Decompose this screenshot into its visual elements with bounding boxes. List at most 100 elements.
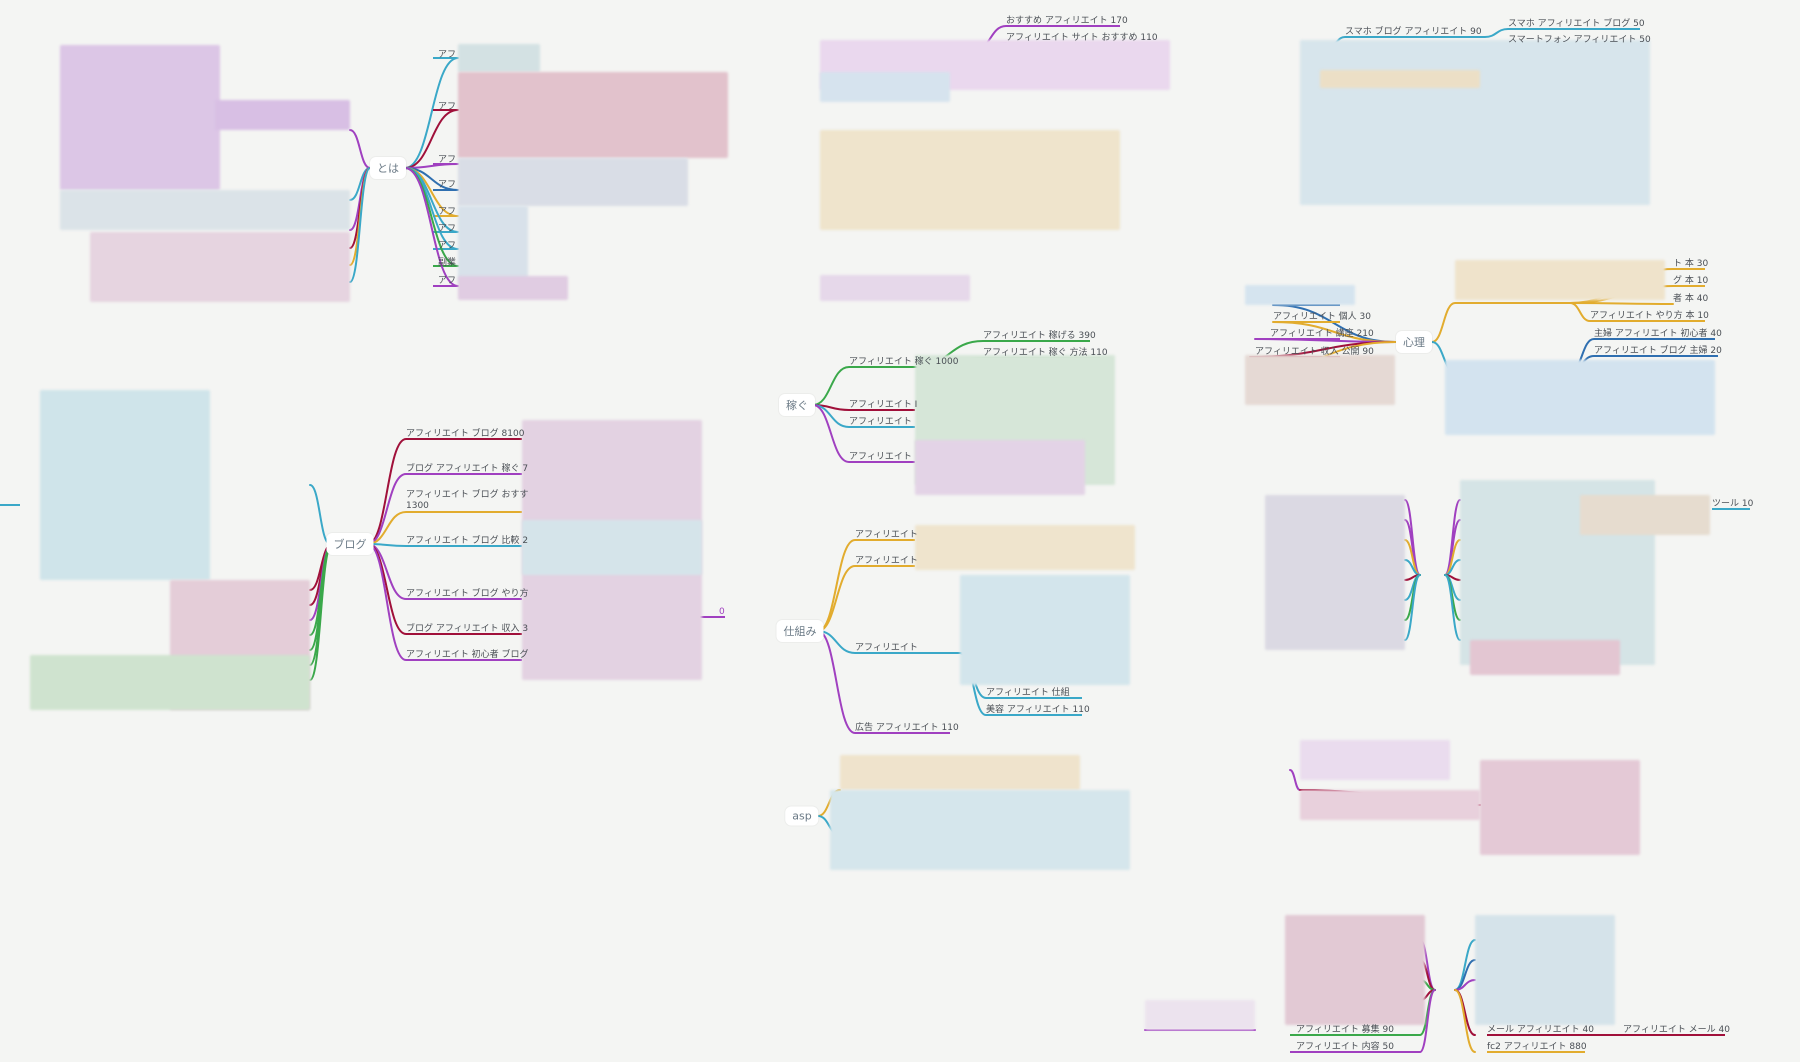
connector-line <box>367 543 407 661</box>
mindmap-hub-kasegu[interactable]: 稼ぐ <box>779 394 815 416</box>
node-label[interactable]: ツール 10 <box>1712 499 1753 509</box>
connector-line <box>367 543 407 635</box>
mindmap-hub-shinri[interactable]: 心理 <box>1396 331 1432 353</box>
node-label[interactable]: アフ <box>438 207 456 217</box>
blurred-node-cluster <box>458 206 528 282</box>
node-label[interactable]: アフ <box>438 155 456 165</box>
mind-map-canvas[interactable]: とは ブログ 稼ぐ 仕組み asp 心理 アフ アフ アフ アフ アフ アフ ア… <box>0 0 1800 1062</box>
node-label[interactable]: アフィリエイト I <box>849 400 917 410</box>
blurred-node-cluster <box>915 440 1085 495</box>
node-label[interactable]: アフィリエイト ブログ おすす <box>406 490 529 500</box>
blurred-node-cluster <box>1265 495 1405 650</box>
blurred-node-cluster <box>915 525 1135 570</box>
node-label[interactable]: アフィリエイト 初心者 ブログ <box>406 650 529 660</box>
node-label[interactable]: アフ <box>438 102 456 112</box>
node-label[interactable]: アフィリエイト メール 40 <box>1623 1025 1730 1035</box>
node-label[interactable]: アフィリエイト 内容 50 <box>1296 1042 1394 1052</box>
blurred-node-cluster <box>30 655 310 710</box>
blurred-node-cluster <box>458 44 540 72</box>
node-label[interactable]: アフィリエイト サイト おすすめ 110 <box>1006 33 1158 43</box>
node-label[interactable]: アフィリエイト <box>855 530 918 540</box>
node-label[interactable]: アフィリエイト <box>855 556 918 566</box>
blurred-node-cluster <box>60 190 350 230</box>
connector-line <box>1404 499 1421 576</box>
node-label[interactable]: 者 本 40 <box>1673 294 1708 304</box>
node-label[interactable]: アフィリエイト ブログ やり方 <box>406 589 529 599</box>
blurred-node-cluster <box>522 520 702 575</box>
node-label[interactable]: アフ <box>438 276 456 286</box>
blurred-node-cluster <box>1580 495 1710 535</box>
blurred-node-cluster <box>458 158 688 206</box>
node-label[interactable]: アフィリエイト 募集 90 <box>1296 1025 1394 1035</box>
blurred-node-cluster <box>90 232 350 302</box>
node-label[interactable]: アフィリエイト <box>855 643 918 653</box>
connector-line <box>817 565 856 632</box>
blurred-node-cluster <box>1470 640 1620 675</box>
connector-line <box>1569 302 1674 305</box>
node-label[interactable]: グ 本 10 <box>1673 276 1708 286</box>
node-label[interactable]: 美容 アフィリエイト 110 <box>986 705 1090 715</box>
connector-line <box>1444 499 1461 576</box>
blurred-node-cluster <box>830 790 1130 870</box>
node-label[interactable]: メール アフィリエイト 40 <box>1487 1025 1594 1035</box>
node-label[interactable]: fc2 アフィリエイト 880 <box>1487 1042 1587 1052</box>
blurred-node-cluster <box>215 100 350 130</box>
node-label[interactable]: 1300 <box>406 501 429 511</box>
node-label[interactable]: アフィリエイト <box>849 452 912 462</box>
connector-line <box>817 539 856 632</box>
node-label[interactable]: ブログ アフィリエイト 収入 3 <box>406 624 528 634</box>
node-label[interactable]: アフィリエイト 講座 210 <box>1270 329 1374 339</box>
node-label[interactable]: アフ <box>438 180 456 190</box>
node-label[interactable]: 0 <box>719 607 725 617</box>
blurred-node-cluster <box>458 276 568 300</box>
blurred-node-cluster <box>960 575 1130 685</box>
node-label[interactable]: アフィリエイト ブログ 主婦 20 <box>1594 346 1722 356</box>
node-label[interactable]: アフィリエイト ブログ 比較 2 <box>406 536 528 546</box>
connector-line <box>404 167 459 233</box>
node-label[interactable]: アフィリエイト <box>849 417 912 427</box>
node-label[interactable]: アフィリエイト 仕組 <box>986 688 1070 698</box>
mindmap-hub-shikumi[interactable]: 仕組み <box>776 620 824 642</box>
node-label[interactable]: スマホ ブログ アフィリエイト 90 <box>1345 27 1482 37</box>
blurred-node-cluster <box>1245 285 1355 305</box>
node-label[interactable]: 広告 アフィリエイト 110 <box>855 723 959 733</box>
node-label[interactable]: アフィリエイト やり方 本 10 <box>1590 311 1709 321</box>
connector-line <box>1484 28 1509 38</box>
connector-line <box>1569 302 1591 322</box>
node-label[interactable]: アフィリエイト 個人 30 <box>1273 312 1371 322</box>
node-label[interactable]: アフィリエイト ブログ 8100 <box>406 429 524 439</box>
blurred-node-cluster <box>840 755 1080 790</box>
connector-line <box>812 366 850 406</box>
blurred-node-cluster <box>820 72 950 102</box>
blurred-node-cluster <box>1245 355 1395 405</box>
connector-line <box>1454 989 1476 1053</box>
connector-line <box>1431 302 1456 343</box>
node-label[interactable]: アフィリエイト 稼ぐ 1000 <box>849 357 958 367</box>
blurred-node-cluster <box>1445 360 1715 435</box>
connector-line <box>817 630 856 734</box>
connector-line <box>812 404 850 463</box>
node-label[interactable]: ト 本 30 <box>1673 259 1708 269</box>
blurred-node-cluster <box>1300 790 1480 820</box>
node-label[interactable]: アフ <box>438 50 456 60</box>
mindmap-hub-blog[interactable]: ブログ <box>326 533 374 555</box>
node-label[interactable]: スマホ アフィリエイト ブログ 50 <box>1508 19 1645 29</box>
node-label[interactable]: スマートフォン アフィリエイト 50 <box>1508 35 1651 45</box>
blurred-node-cluster <box>40 390 210 580</box>
mindmap-hub-towa[interactable]: とは <box>370 157 406 179</box>
node-label[interactable]: アフィリエイト 稼ぐ 方法 110 <box>983 348 1108 358</box>
blurred-node-cluster <box>1320 70 1480 88</box>
node-label[interactable]: ブログ アフィリエイト 稼ぐ 7 <box>406 464 528 474</box>
blurred-node-cluster <box>1285 915 1425 1025</box>
mindmap-hub-asp[interactable]: asp <box>785 806 819 826</box>
blurred-node-cluster <box>60 45 220 190</box>
blurred-node-cluster <box>1475 915 1615 1025</box>
node-label[interactable]: おすすめ アフィリエイト 170 <box>1006 16 1128 26</box>
connector-line <box>349 129 371 169</box>
node-label[interactable]: アフィリエイト 収入 公開 90 <box>1255 347 1374 357</box>
node-label[interactable]: アフ <box>438 224 456 234</box>
node-label[interactable]: アフィリエイト 稼げる 390 <box>983 331 1096 341</box>
node-label[interactable]: 副業 <box>438 258 456 268</box>
node-label[interactable]: 主婦 アフィリエイト 初心者 40 <box>1594 329 1722 339</box>
node-label[interactable]: アフ <box>438 241 456 251</box>
